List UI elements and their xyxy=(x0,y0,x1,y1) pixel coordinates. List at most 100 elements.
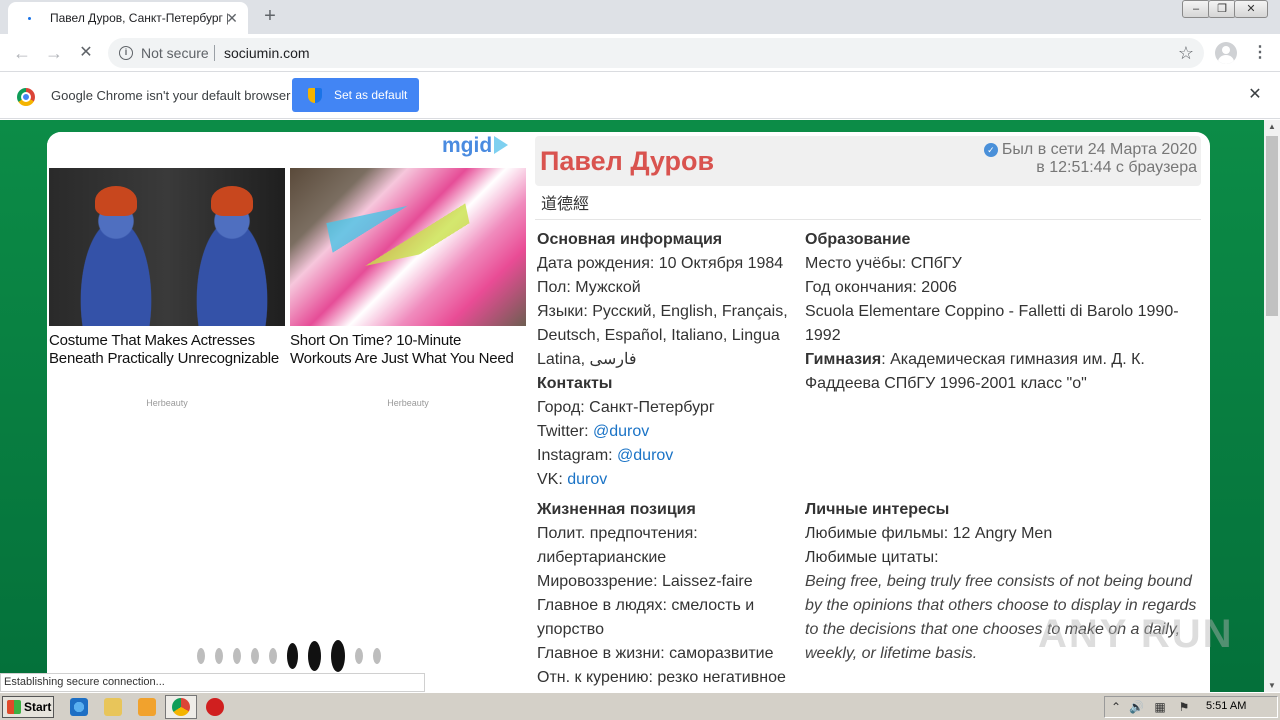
info-line: Дата рождения: 10 Октября 1984 xyxy=(537,255,784,272)
loading-spinner xyxy=(197,640,391,672)
quote-line: Being free, being truly free consists of… xyxy=(805,573,1192,590)
section-title: Жизненная позиция xyxy=(537,501,696,518)
info-line: Главное в людях: смелость и xyxy=(537,597,755,614)
info-line: Главное в жизни: саморазвитие xyxy=(537,645,774,662)
opera-icon[interactable] xyxy=(206,698,224,716)
ad-title[interactable]: Short On Time? 10-Minute Workouts Are Ju… xyxy=(290,332,526,368)
infobar-close-icon[interactable]: ✕ xyxy=(1246,86,1264,104)
ad-source: Herbeauty xyxy=(387,398,429,408)
loading-favicon-icon xyxy=(22,11,36,25)
volume-icon[interactable]: 🔊 xyxy=(1129,700,1144,714)
tab-close-icon[interactable]: ✕ xyxy=(224,10,240,26)
close-window-button[interactable]: ✕ xyxy=(1234,0,1268,18)
info-line: Пол: Мужской xyxy=(537,279,641,296)
status-bubble: Establishing secure connection... xyxy=(0,673,425,692)
minimize-button[interactable]: – xyxy=(1182,0,1210,18)
stop-loading-button[interactable]: ✕ xyxy=(74,41,98,65)
media-player-icon[interactable] xyxy=(138,698,156,716)
ad-widget: mgid Costume That Makes Actresses Beneat… xyxy=(47,132,529,692)
address-bar[interactable]: i Not secure sociumin.com ☆ xyxy=(108,38,1204,68)
info-line: Фаддеева СПбГУ 1996-2001 класс "о" xyxy=(805,375,1087,392)
url-text[interactable]: sociumin.com xyxy=(224,45,310,61)
instagram-link[interactable]: @durov xyxy=(617,447,673,464)
tab-title: Павел Дуров, Санкт-Петербург | I xyxy=(50,11,228,25)
info-line: Мировоззрение: Laissez-faire xyxy=(537,573,753,590)
profile-info: Павел Дуров ✓ Был в сети 24 Марта 2020 в … xyxy=(529,132,1210,692)
twitter-link[interactable]: @durov xyxy=(593,423,649,440)
site-info-icon[interactable]: i xyxy=(119,46,133,60)
life-position-section: Жизненная позиция Полит. предпочтения: л… xyxy=(537,498,797,690)
profile-motto: 道德經 xyxy=(541,196,590,213)
info-line: Latina, فارسی xyxy=(537,351,637,368)
default-browser-infobar: Google Chrome isn't your default browser… xyxy=(0,72,1280,119)
info-line: упорство xyxy=(537,621,605,638)
info-line: Scuola Elementare Coppino - Falletti di … xyxy=(805,303,1179,320)
info-line: Место учёбы: СПбГУ xyxy=(805,255,962,272)
address-separator xyxy=(214,45,215,61)
bookmark-star-icon[interactable]: ☆ xyxy=(1178,43,1194,64)
ad-item[interactable]: Short On Time? 10-Minute Workouts Are Ju… xyxy=(290,168,526,368)
info-line: Год окончания: 2006 xyxy=(805,279,957,296)
chrome-logo-icon xyxy=(17,88,35,106)
info-line: Любимые цитаты: xyxy=(805,549,939,566)
set-as-default-button[interactable]: Set as default xyxy=(292,78,419,112)
vk-link[interactable]: durov xyxy=(567,471,607,488)
section-title: Контакты xyxy=(537,375,613,392)
info-line: 1992 xyxy=(805,327,841,344)
info-line: Полит. предпочтения: xyxy=(537,525,698,542)
gymnasium-line: Гимназия: Академическая гимназия им. Д. … xyxy=(805,351,1145,368)
info-line: Отн. к курению: резко негативное xyxy=(537,669,786,686)
back-button[interactable]: ← xyxy=(10,41,34,65)
profile-card: mgid Costume That Makes Actresses Beneat… xyxy=(47,132,1210,692)
ad-image[interactable] xyxy=(290,168,526,326)
profile-header: Павел Дуров ✓ Был в сети 24 Марта 2020 в … xyxy=(535,136,1201,186)
tab-strip: Павел Дуров, Санкт-Петербург | I ✕ + – ❐… xyxy=(0,0,1280,34)
ad-source: Herbeauty xyxy=(146,398,188,408)
scroll-down-icon[interactable]: ▼ xyxy=(1264,681,1280,690)
scroll-up-icon[interactable]: ▲ xyxy=(1264,122,1280,131)
windows-logo-icon xyxy=(7,700,21,714)
profile-name: Павел Дуров xyxy=(540,146,715,176)
ad-image[interactable] xyxy=(49,168,285,326)
new-tab-button[interactable]: + xyxy=(258,4,282,28)
anyrun-watermark: ANY RUN xyxy=(1038,612,1234,656)
forward-button[interactable]: → xyxy=(42,41,66,65)
instagram-line: Instagram: @durov xyxy=(537,447,674,464)
not-secure-label[interactable]: Not secure xyxy=(141,45,209,61)
section-title: Образование xyxy=(805,231,911,248)
profile-avatar-icon[interactable] xyxy=(1215,42,1237,64)
chrome-taskbar-button[interactable] xyxy=(165,695,197,719)
section-title: Личные интересы xyxy=(805,501,950,518)
ad-item[interactable]: Costume That Makes Actresses Beneath Pra… xyxy=(49,168,285,368)
vertical-scrollbar[interactable]: ▲ ▼ xyxy=(1264,120,1280,692)
info-line: Deutsch, Español, Italiano, Lingua xyxy=(537,327,780,344)
divider xyxy=(535,219,1201,220)
clock[interactable]: 5:51 AM xyxy=(1206,700,1246,712)
infobar-message: Google Chrome isn't your default browser xyxy=(51,88,291,103)
last-seen-status: ✓ Был в сети 24 Марта 2020 в 12:51:44 с б… xyxy=(983,141,1197,177)
set-as-default-label: Set as default xyxy=(334,88,408,102)
ad-title[interactable]: Costume That Makes Actresses Beneath Pra… xyxy=(49,332,285,368)
network-icon[interactable]: ▦ xyxy=(1153,700,1167,714)
section-title: Основная информация xyxy=(537,231,723,248)
uac-shield-icon xyxy=(308,87,322,103)
tray-expand-icon[interactable]: ⌃ xyxy=(1109,700,1123,714)
start-button[interactable]: Start xyxy=(2,696,54,718)
basic-info-section: Основная информация Дата рождения: 10 Ок… xyxy=(537,228,797,492)
restore-button[interactable]: ❐ xyxy=(1208,0,1236,18)
info-line: Любимые фильмы: 12 Angry Men xyxy=(805,525,1053,542)
browser-tab[interactable]: Павел Дуров, Санкт-Петербург | I ✕ xyxy=(8,2,248,34)
info-line: либертарианские xyxy=(537,549,667,566)
chrome-menu-icon[interactable]: ⋮ xyxy=(1250,42,1270,64)
info-line: Город: Санкт-Петербург xyxy=(537,399,715,416)
vk-line: VK: durov xyxy=(537,471,608,488)
browser-toolbar: ← → ✕ i Not secure sociumin.com ☆ ⋮ xyxy=(0,34,1280,72)
explorer-folder-icon[interactable] xyxy=(104,698,122,716)
action-center-flag-icon[interactable]: ⚑ xyxy=(1177,700,1191,714)
scroll-thumb[interactable] xyxy=(1266,136,1278,316)
mgid-logo[interactable]: mgid xyxy=(442,134,509,158)
verified-check-icon: ✓ xyxy=(983,143,998,157)
education-section: Образование Место учёбы: СПбГУ Год оконч… xyxy=(805,228,1205,396)
chrome-taskbar-icon xyxy=(172,698,190,716)
ie-icon[interactable] xyxy=(70,698,88,716)
